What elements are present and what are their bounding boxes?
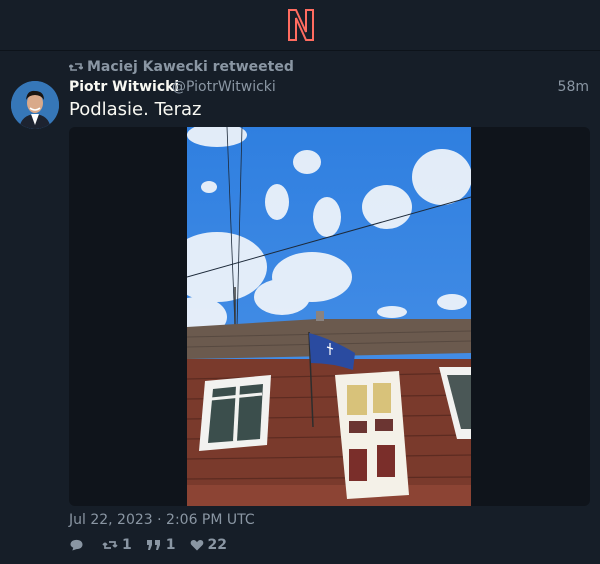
replies-stat[interactable] xyxy=(69,539,88,551)
comment-icon xyxy=(70,539,83,551)
quote-icon xyxy=(146,540,160,550)
avatar[interactable] xyxy=(11,81,59,129)
heart-icon xyxy=(190,540,203,551)
retweet-icon xyxy=(69,63,83,71)
tweet-photo[interactable] xyxy=(187,127,471,506)
tweet-time[interactable]: 58m xyxy=(558,79,589,95)
quotes-stat[interactable]: 1 xyxy=(146,537,176,553)
tweet-stats: 1 1 22 xyxy=(69,537,241,553)
tweet[interactable]: Maciej Kawecki retweeted Piotr Witwicki … xyxy=(0,51,600,564)
tweet-date[interactable]: Jul 22, 2023 · 2:06 PM UTC xyxy=(69,512,255,528)
tweet-content: Podlasie. Teraz xyxy=(69,99,202,120)
likes-count: 22 xyxy=(207,537,227,553)
author-fullname[interactable]: Piotr Witwicki xyxy=(69,79,179,95)
retweets-count: 1 xyxy=(122,537,132,553)
retweet-icon xyxy=(102,541,118,549)
retweets-stat[interactable]: 1 xyxy=(102,537,132,553)
nitter-logo-icon[interactable] xyxy=(286,8,316,42)
likes-stat[interactable]: 22 xyxy=(190,537,227,553)
quotes-count: 1 xyxy=(165,537,176,553)
tweet-media[interactable] xyxy=(69,127,590,506)
retweet-header: Maciej Kawecki retweeted xyxy=(69,59,294,75)
top-nav-bar xyxy=(0,0,600,51)
author-username[interactable]: @PiotrWitwicki xyxy=(172,79,276,95)
retweeter-text[interactable]: Maciej Kawecki retweeted xyxy=(87,59,294,75)
